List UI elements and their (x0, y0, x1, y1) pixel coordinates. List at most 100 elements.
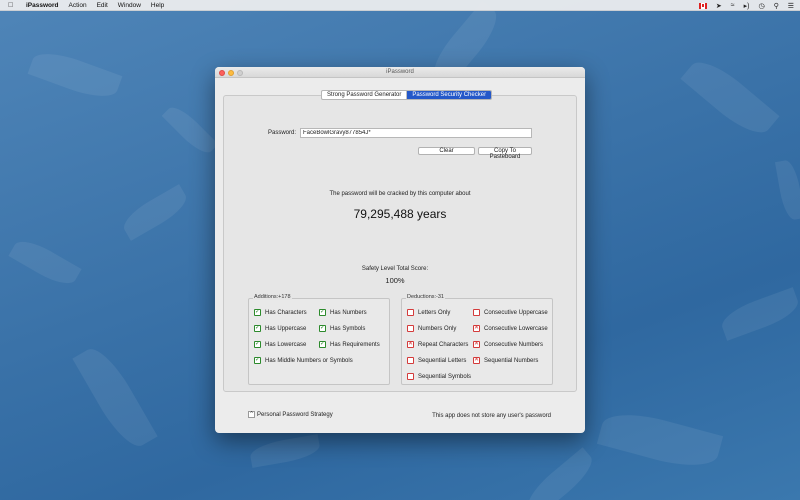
checkmark-icon: ✓ (319, 309, 326, 316)
status-area: ➤ ≈ ▸) ◷ ⚲ ☰ (698, 0, 794, 11)
check-consecutive-uppercase: Consecutive Uppercase (473, 309, 548, 316)
leaf-pattern (521, 447, 599, 500)
check-label: Letters Only (418, 309, 451, 316)
wifi-icon[interactable]: ≈ (731, 2, 735, 9)
clock-icon[interactable]: ◷ (758, 2, 764, 10)
check-has-numbers: ✓ Has Numbers (319, 309, 367, 316)
checkmark-icon: ✓ (254, 309, 261, 316)
check-consecutive-lowercase: ✕ Consecutive Lowercase (473, 325, 548, 332)
menu-window[interactable]: Window (118, 2, 141, 9)
crack-time-value: 79,295,488 years (353, 207, 447, 221)
check-repeat-characters: ✕ Repeat Characters (407, 341, 468, 348)
tab-bar: Strong Password Generator Password Secur… (321, 90, 493, 100)
window-title: iPassword (386, 69, 414, 75)
chevron-up-icon[interactable]: ^ (248, 411, 255, 418)
check-label: Sequential Symbols (418, 373, 472, 380)
menu-app-name[interactable]: iPassword (26, 2, 59, 9)
check-has-characters: ✓ Has Characters (254, 309, 307, 316)
menu-edit[interactable]: Edit (97, 2, 108, 9)
password-field[interactable] (300, 128, 532, 138)
check-label: Consecutive Uppercase (484, 309, 548, 316)
leaf-pattern (72, 341, 158, 454)
leaf-pattern (717, 287, 800, 341)
x-mark-icon: ✕ (473, 325, 480, 332)
leaf-pattern (8, 234, 82, 291)
password-label: Password: (268, 130, 297, 136)
checkmark-icon: ✓ (254, 357, 261, 364)
additions-group: Additions:+178 ✓ Has Characters ✓ Has Nu… (248, 294, 390, 385)
score-value: 100% (385, 276, 405, 285)
check-numbers-only: Numbers Only (407, 325, 456, 332)
additions-title: Additions:+178 (253, 294, 292, 300)
clear-button[interactable]: Clear (418, 147, 475, 155)
title-bar[interactable]: iPassword (215, 67, 585, 78)
leaf-pattern (596, 405, 724, 475)
empty-box-icon (407, 357, 414, 364)
copy-to-pasteboard-button[interactable]: Copy To Pasteboard (478, 147, 532, 160)
list-icon[interactable]: ☰ (788, 2, 794, 10)
check-label: Repeat Characters (418, 341, 469, 348)
minimize-button[interactable] (228, 69, 234, 76)
close-button[interactable] (219, 69, 225, 76)
empty-box-icon (407, 325, 414, 332)
checkmark-icon: ✓ (254, 341, 261, 348)
check-label: Has Lowercase (265, 341, 307, 348)
zoom-button[interactable] (237, 69, 243, 76)
check-label: Has Requirements (330, 341, 380, 348)
x-mark-icon: ✕ (407, 341, 414, 348)
score-label: Safety Level Total Score: (361, 266, 429, 272)
location-icon[interactable]: ➤ (716, 2, 722, 10)
strategy-label[interactable]: Personal Password Strategy (257, 412, 333, 418)
check-label: Sequential Letters (418, 357, 467, 364)
leaf-pattern (118, 184, 192, 241)
leaf-pattern (27, 45, 123, 105)
ipassword-window: iPassword Strong Password Generator Pass… (215, 67, 585, 433)
deductions-title: Deductions:-31 (406, 294, 445, 300)
search-icon[interactable]: ⚲ (774, 2, 779, 10)
check-sequential-numbers: ✕ Sequential Numbers (473, 357, 538, 364)
check-sequential-symbols: Sequential Symbols (407, 373, 471, 380)
x-mark-icon: ✕ (473, 357, 480, 364)
checkmark-icon: ✓ (254, 325, 261, 332)
check-has-requirements: ✓ Has Requirements (319, 341, 380, 348)
check-sequential-letters: Sequential Letters (407, 357, 466, 364)
menu-action[interactable]: Action (69, 2, 87, 9)
window-controls (219, 69, 243, 76)
check-label: Consecutive Lowercase (484, 325, 548, 332)
leaf-pattern (248, 434, 322, 468)
check-has-symbols: ✓ Has Symbols (319, 325, 365, 332)
checkmark-icon: ✓ (319, 341, 326, 348)
leaf-pattern (774, 158, 800, 222)
check-label: Has Characters (265, 309, 307, 316)
check-label: Consecutive Numbers (484, 341, 544, 348)
tab-strong-password-generator[interactable]: Strong Password Generator (322, 91, 408, 99)
volume-icon[interactable]: ▸) (744, 2, 750, 10)
check-label: Has Middle Numbers or Symbols (265, 357, 353, 364)
menu-bar:  iPassword Action Edit Window Help ➤ ≈ … (0, 0, 800, 11)
check-letters-only: Letters Only (407, 309, 450, 316)
check-has-lowercase: ✓ Has Lowercase (254, 341, 306, 348)
checkmark-icon: ✓ (319, 325, 326, 332)
x-mark-icon: ✕ (473, 341, 480, 348)
check-label: Numbers Only (418, 325, 457, 332)
apple-icon[interactable]:  (8, 2, 18, 9)
check-label: Has Numbers (330, 309, 367, 316)
personal-password-strategy[interactable]: ^ Personal Password Strategy (248, 411, 333, 418)
empty-box-icon (473, 309, 480, 316)
check-label: Has Symbols (330, 325, 366, 332)
check-has-middle-numbers-or-symbols: ✓ Has Middle Numbers or Symbols (254, 357, 353, 364)
crack-time-caption: The password will be cracked by this com… (329, 191, 471, 197)
leaf-pattern (161, 101, 219, 159)
check-consecutive-numbers: ✕ Consecutive Numbers (473, 341, 543, 348)
check-label: Has Uppercase (265, 325, 307, 332)
privacy-note: This app does not store any user's passw… (432, 413, 551, 419)
deductions-group: Deductions:-31 Letters Only Consecutive … (401, 294, 553, 385)
menu-help[interactable]: Help (151, 2, 164, 9)
leaf-pattern (680, 51, 780, 144)
tab-password-security-checker[interactable]: Password Security Checker (407, 91, 492, 99)
check-label: Sequential Numbers (484, 357, 539, 364)
check-has-uppercase: ✓ Has Uppercase (254, 325, 306, 332)
flag-icon[interactable] (698, 2, 707, 9)
empty-box-icon (407, 373, 414, 380)
empty-box-icon (407, 309, 414, 316)
